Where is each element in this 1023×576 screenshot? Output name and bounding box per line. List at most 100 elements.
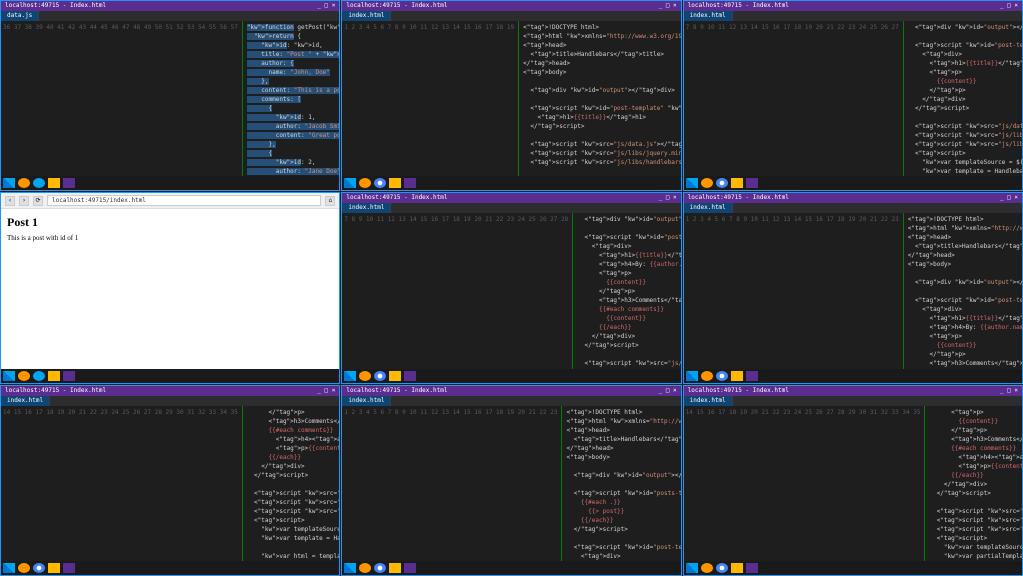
tab-active[interactable]: index.html — [684, 203, 733, 213]
explorer-icon[interactable] — [731, 563, 743, 573]
window-controls[interactable]: _ □ × — [659, 387, 677, 395]
reload-button[interactable]: ⟳ — [33, 196, 43, 206]
editor[interactable]: 36 37 38 39 40 41 42 43 44 45 46 47 48 4… — [1, 21, 339, 176]
tab-active[interactable]: index.html — [342, 11, 391, 21]
firefox-icon[interactable] — [18, 563, 30, 573]
forward-button[interactable]: › — [19, 196, 29, 206]
explorer-icon[interactable] — [389, 563, 401, 573]
tabs: index.html — [684, 11, 1022, 21]
chrome-icon[interactable] — [716, 371, 728, 381]
ie-icon[interactable] — [33, 178, 45, 188]
firefox-icon[interactable] — [359, 178, 371, 188]
chrome-icon[interactable] — [716, 563, 728, 573]
ie-icon[interactable] — [33, 371, 45, 381]
taskbar — [1, 369, 339, 383]
start-icon[interactable] — [344, 563, 356, 573]
firefox-icon[interactable] — [18, 178, 30, 188]
code[interactable]: </"tag">p> <"tag">h3>Comments</"tag">h3>… — [243, 406, 340, 561]
window-controls[interactable]: _ □ × — [317, 2, 335, 10]
editor[interactable]: 14 15 16 17 18 19 20 21 22 23 24 25 26 2… — [1, 406, 339, 561]
tab-active[interactable]: index.html — [684, 11, 733, 21]
editor[interactable]: 1 2 3 4 5 6 7 8 9 10 11 12 13 14 15 16 1… — [342, 21, 680, 176]
code[interactable]: <"tag">!DOCTYPE html> <"tag">html "kw">x… — [519, 21, 681, 176]
explorer-icon[interactable] — [48, 178, 60, 188]
editor[interactable]: 7 8 9 10 11 12 13 14 15 16 17 18 19 20 2… — [342, 213, 680, 368]
vs-icon[interactable] — [63, 563, 75, 573]
start-icon[interactable] — [686, 563, 698, 573]
window-title: localhost:49715 - Index.html — [346, 2, 447, 10]
taskbar — [342, 369, 680, 383]
editor[interactable]: 14 15 16 17 18 19 20 21 22 23 24 25 26 2… — [684, 406, 1022, 561]
editor[interactable]: 7 8 9 10 11 12 13 14 15 16 17 18 19 20 2… — [684, 21, 1022, 176]
explorer-icon[interactable] — [731, 371, 743, 381]
vs-icon[interactable] — [63, 371, 75, 381]
home-button[interactable]: ⌂ — [325, 196, 335, 206]
firefox-icon[interactable] — [701, 371, 713, 381]
tabs: index.html — [342, 396, 680, 406]
code[interactable]: <"tag">div "kw">id="output"></"tag">div>… — [573, 213, 680, 368]
titlebar: localhost:49715 - Index.html _ □ × — [1, 1, 339, 11]
start-icon[interactable] — [686, 371, 698, 381]
taskbar — [342, 176, 680, 190]
vs-icon[interactable] — [63, 178, 75, 188]
window-controls[interactable]: _ □ × — [1000, 387, 1018, 395]
vs-icon[interactable] — [404, 178, 416, 188]
window-controls[interactable]: _ □ × — [659, 2, 677, 10]
explorer-icon[interactable] — [48, 371, 60, 381]
tab-active[interactable]: data.js — [1, 11, 39, 21]
chrome-icon[interactable] — [716, 178, 728, 188]
firefox-icon[interactable] — [701, 563, 713, 573]
editor[interactable]: 1 2 3 4 5 6 7 8 9 10 11 12 13 14 15 16 1… — [342, 406, 680, 561]
code[interactable]: <"tag">p> {{content}} </"tag">p> <"tag">… — [925, 406, 1022, 561]
start-icon[interactable] — [3, 563, 15, 573]
titlebar: localhost:49715 - Index.html _ □ × — [684, 386, 1022, 396]
firefox-icon[interactable] — [18, 371, 30, 381]
vs-icon[interactable] — [746, 563, 758, 573]
explorer-icon[interactable] — [389, 178, 401, 188]
url-bar[interactable]: localhost:49715/index.html — [47, 195, 321, 206]
taskbar — [684, 176, 1022, 190]
tabs: index.html — [1, 396, 339, 406]
tab-active[interactable]: index.html — [342, 396, 391, 406]
titlebar: localhost:49715 - Index.html _ □ × — [684, 1, 1022, 11]
firefox-icon[interactable] — [701, 178, 713, 188]
window-controls[interactable]: _ □ × — [1000, 2, 1018, 10]
start-icon[interactable] — [344, 178, 356, 188]
browser-toolbar: ‹ › ⟳ localhost:49715/index.html ⌂ — [1, 193, 339, 209]
code[interactable]: <"tag">!DOCTYPE html> <"tag">html "kw">x… — [562, 406, 680, 561]
explorer-icon[interactable] — [389, 371, 401, 381]
firefox-icon[interactable] — [359, 563, 371, 573]
window-title: localhost:49715 - Index.html — [346, 387, 447, 395]
taskbar — [1, 561, 339, 575]
tab-active[interactable]: index.html — [684, 396, 733, 406]
firefox-icon[interactable] — [359, 371, 371, 381]
explorer-icon[interactable] — [48, 563, 60, 573]
window-controls[interactable]: _ □ × — [317, 387, 335, 395]
start-icon[interactable] — [3, 178, 15, 188]
code[interactable]: "kw">function getPost("kw">id) { "kw">re… — [243, 21, 340, 176]
taskbar — [1, 176, 339, 190]
vs-icon[interactable] — [404, 371, 416, 381]
vs-icon[interactable] — [404, 563, 416, 573]
tabs: index.html — [342, 11, 680, 21]
vs-pane-8: localhost:49715 - Index.html _ □ × index… — [341, 385, 681, 576]
window-title: localhost:49715 - Index.html — [688, 2, 789, 10]
chrome-icon[interactable] — [374, 178, 386, 188]
tab-active[interactable]: index.html — [342, 203, 391, 213]
window-controls[interactable]: _ □ × — [659, 194, 677, 202]
code[interactable]: <"tag">!DOCTYPE html> <"tag">html "kw">x… — [904, 213, 1022, 368]
start-icon[interactable] — [686, 178, 698, 188]
chrome-icon[interactable] — [374, 371, 386, 381]
chrome-icon[interactable] — [33, 563, 45, 573]
editor[interactable]: 1 2 3 4 5 6 7 8 9 10 11 12 13 14 15 16 1… — [684, 213, 1022, 368]
start-icon[interactable] — [3, 371, 15, 381]
explorer-icon[interactable] — [731, 178, 743, 188]
chrome-icon[interactable] — [374, 563, 386, 573]
vs-icon[interactable] — [746, 371, 758, 381]
back-button[interactable]: ‹ — [5, 196, 15, 206]
tab-active[interactable]: index.html — [1, 396, 50, 406]
vs-icon[interactable] — [746, 178, 758, 188]
start-icon[interactable] — [344, 371, 356, 381]
window-controls[interactable]: _ □ × — [1000, 194, 1018, 202]
code[interactable]: <"tag">div "kw">id="output"></"tag">div>… — [904, 21, 1022, 176]
